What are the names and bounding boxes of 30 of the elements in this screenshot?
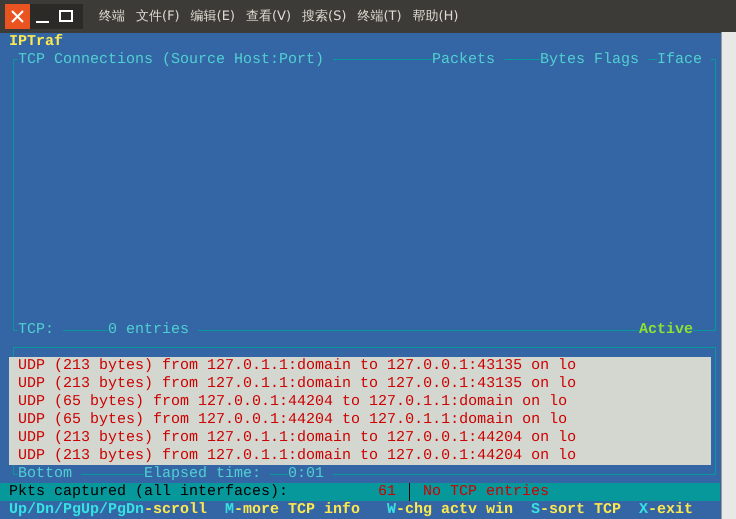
- menu-item[interactable]: 帮助(H): [412, 7, 458, 25]
- log-line: UDP (65 bytes) from 127.0.0.1:44204 to 127.0.1.1:domain on lo: [17, 411, 568, 429]
- menu-item[interactable]: 编辑(E): [190, 7, 235, 25]
- log-line: UDP (213 bytes) from 127.0.1.1:domain to 127.0.0.1:43135 on lo: [17, 375, 578, 393]
- log-line: UDP (213 bytes) from 127.0.1.1:domain to 127.0.0.1:44204 on lo: [17, 429, 578, 447]
- menu-item[interactable]: 查看(V): [246, 7, 292, 25]
- log-line: UDP (65 bytes) from 127.0.0.1:44204 to 127.0.1.1:domain on lo: [17, 393, 568, 411]
- key-hint: M-more TCP info: [225, 501, 360, 519]
- menu-item[interactable]: 搜索(S): [302, 7, 346, 25]
- key-hint: W-chg actv win: [387, 501, 514, 519]
- key-hint: X-exit: [639, 501, 694, 519]
- log-line: UDP (213 bytes) from 127.0.1.1:domain to 127.0.0.1:44204 on lo: [17, 447, 578, 465]
- log-footer-text: Elapsed time:: [144, 465, 270, 483]
- column-header: Bytes: [540, 51, 594, 69]
- column-header: TCP Connections (Source Host:Port): [18, 51, 334, 69]
- log-line: UDP (213 bytes) from 127.0.1.1:domain to 127.0.0.1:43135 on lo: [17, 357, 578, 375]
- minimize-icon: [36, 20, 48, 22]
- packet-count: 61: [378, 483, 396, 501]
- key-hint: S-sort TCP: [531, 501, 622, 519]
- close-icon: [11, 10, 24, 22]
- status-message: No TCP entries: [423, 483, 550, 501]
- column-header: Flags: [594, 51, 648, 69]
- status-label: Pkts captured (all interfaces):: [9, 483, 288, 501]
- close-button[interactable]: [5, 4, 30, 28]
- menu-item[interactable]: 终端: [99, 7, 125, 25]
- app-title: IPTraf: [9, 33, 64, 51]
- menu-item[interactable]: 文件(F): [136, 7, 180, 25]
- key-hint: Up/Dn/PgUp/PgDn-scroll: [9, 501, 208, 519]
- menu-item[interactable]: 终端(T): [357, 7, 402, 25]
- maximize-icon: [59, 10, 73, 22]
